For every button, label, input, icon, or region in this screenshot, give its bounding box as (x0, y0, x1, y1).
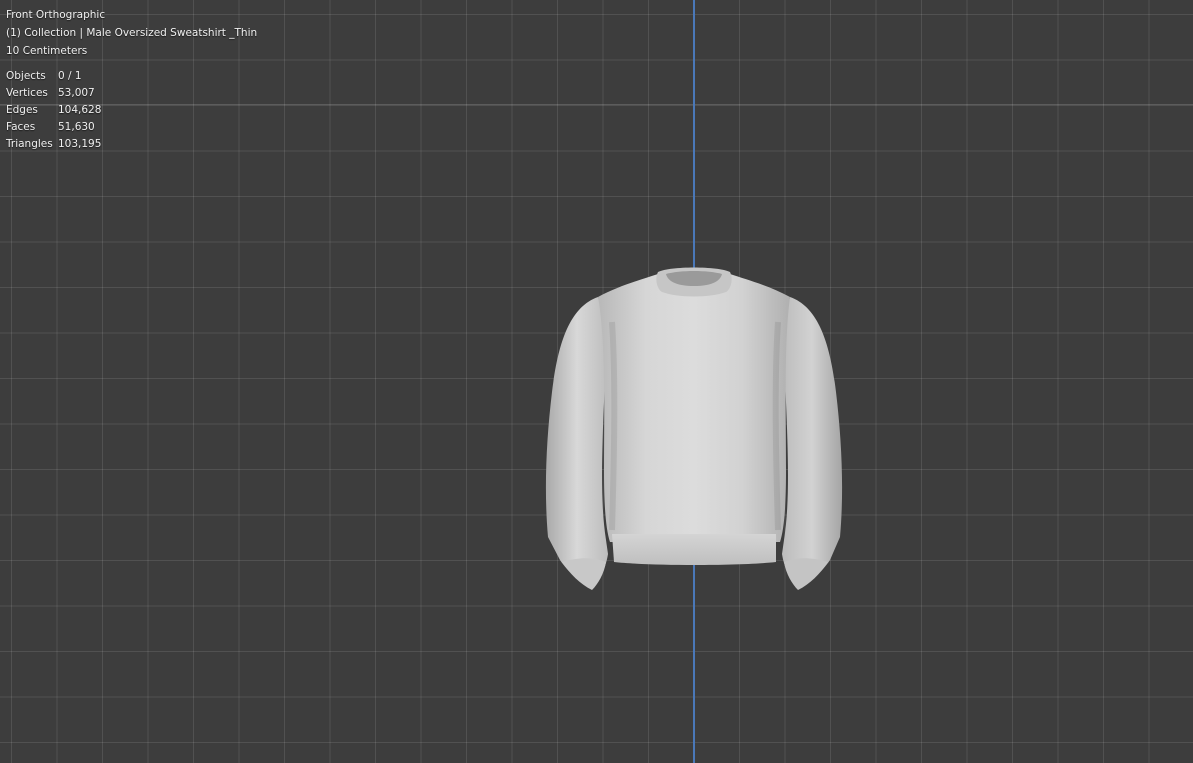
sweatshirt-body (598, 274, 790, 542)
left-cuff (562, 558, 606, 590)
viewport-text-info: Front Orthographic (1) Collection | Male… (6, 6, 257, 60)
fold-shading (772, 321, 781, 531)
grid-scale-label: 10 Centimeters (6, 45, 88, 57)
stat-value: 103,195 (58, 138, 102, 150)
grid-major-line (0, 104, 1193, 105)
stat-label: Edges (6, 104, 38, 116)
fold-shading (609, 321, 618, 531)
3d-viewport[interactable]: Front Orthographic (1) Collection | Male… (0, 0, 1193, 763)
stat-objects: Objects 0 / 1 (6, 68, 101, 85)
stat-edges: Edges 104,628 (6, 102, 101, 119)
scene-statistics: Objects 0 / 1 Vertices 53,007 Edges 104,… (6, 68, 101, 153)
stat-triangles: Triangles 103,195 (6, 136, 101, 153)
stat-label: Vertices (6, 87, 48, 99)
right-sleeve (782, 297, 843, 587)
stat-vertices: Vertices 53,007 (6, 85, 101, 102)
stat-label: Objects (6, 70, 46, 82)
left-sleeve (545, 297, 608, 587)
stat-value: 0 / 1 (58, 70, 82, 82)
stat-value: 51,630 (58, 121, 95, 133)
hem-band (612, 534, 776, 565)
sweatshirt-mesh[interactable] (540, 262, 850, 597)
stat-label: Faces (6, 121, 36, 133)
stat-value: 104,628 (58, 104, 102, 116)
stat-faces: Faces 51,630 (6, 119, 101, 136)
stat-label: Triangles (6, 138, 53, 150)
view-name-label: Front Orthographic (6, 9, 106, 21)
stat-value: 53,007 (58, 87, 95, 99)
collection-label: (1) Collection | Male Oversized Sweatshi… (6, 27, 258, 39)
right-cuff (784, 558, 828, 590)
